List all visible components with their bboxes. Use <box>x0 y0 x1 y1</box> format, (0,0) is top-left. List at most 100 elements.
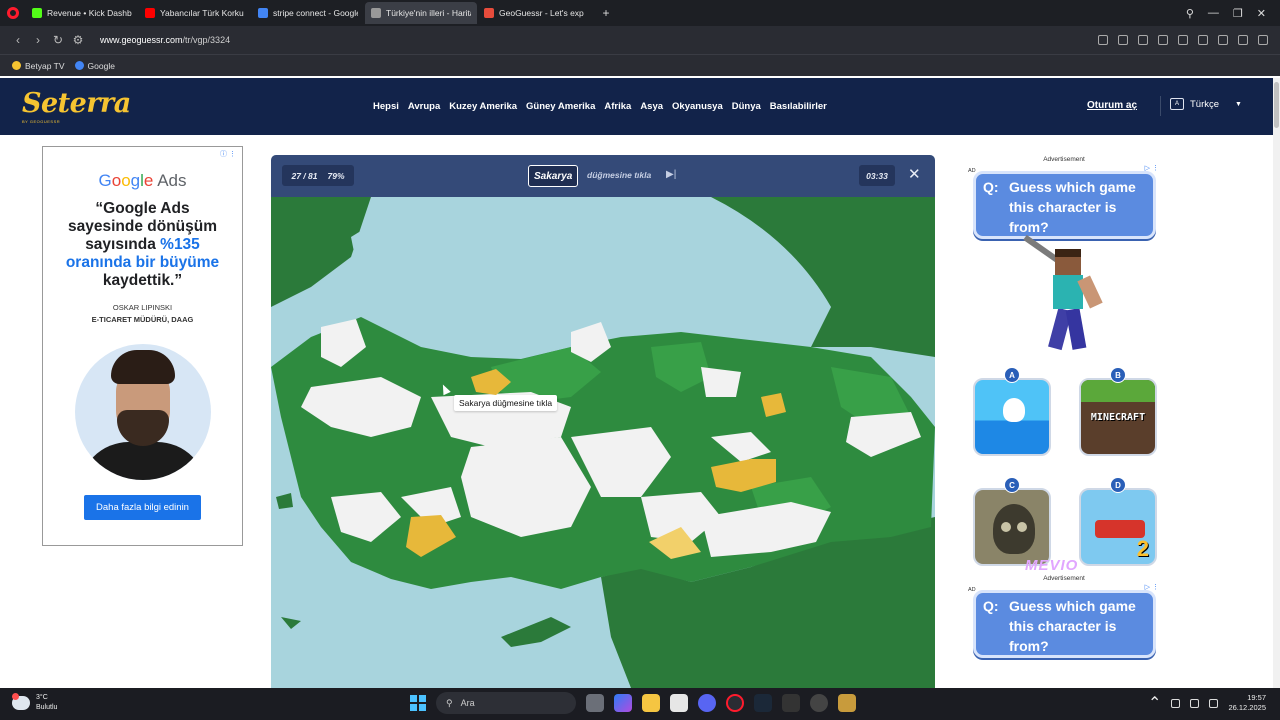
ad-mark: AD <box>968 168 976 174</box>
option-a-image[interactable] <box>973 378 1051 456</box>
volume-icon[interactable] <box>1209 698 1219 708</box>
url-field[interactable]: www.geoguessr.com/tr/vgp/3324 <box>100 35 230 45</box>
nav-link[interactable]: Hepsi <box>373 101 399 112</box>
cloud-icon <box>12 693 30 710</box>
player-icon[interactable] <box>1158 35 1168 45</box>
google-ads-banner[interactable]: ⓘ ⋮ Google Ads “Google Ads sayesinde dön… <box>42 146 243 546</box>
nav-link[interactable]: Okyanusya <box>672 101 723 112</box>
language-selector[interactable]: A Türkçe ▼ <box>1170 98 1242 110</box>
reload-icon[interactable]: ↻ <box>48 33 68 47</box>
extensions-icon[interactable] <box>1258 35 1268 45</box>
search-label: Ara <box>460 698 475 708</box>
taskbar-search[interactable]: ⚲ Ara <box>436 692 576 714</box>
bookmark-item[interactable]: Betyap TV <box>12 61 65 71</box>
right-ad-quiz-2[interactable]: Advertisement AD ▷ ⋮ Q: Guess which game… <box>965 575 1163 688</box>
progress-count: 27 / 81 <box>291 170 318 181</box>
chevron-up-icon[interactable]: ⌃ <box>1148 693 1161 713</box>
heart-icon[interactable] <box>1178 35 1188 45</box>
epic-games-icon[interactable] <box>782 694 800 712</box>
photo-circle <box>74 344 211 480</box>
edit-icon[interactable] <box>1098 35 1108 45</box>
windows-start-icon[interactable] <box>410 695 426 711</box>
nav-link[interactable]: Basılabilirler <box>770 101 827 112</box>
logo-subtitle: BY GEOGUESSR <box>22 119 61 124</box>
turkey-provinces-map[interactable] <box>271 197 935 688</box>
browser-tab[interactable]: Türkiye'nin illeri - Harita T <box>365 2 477 24</box>
quote-line: “Google Ads <box>95 200 190 217</box>
download-icon[interactable] <box>1198 35 1208 45</box>
learn-more-button[interactable]: Daha fazla bilgi edinin <box>84 495 201 520</box>
scrollbar-thumb[interactable] <box>1274 82 1279 128</box>
option-b-image[interactable]: MINECRAFT <box>1079 378 1157 456</box>
opera-menu-icon[interactable] <box>0 0 26 26</box>
ads-wordmark: Ads <box>157 171 187 190</box>
caret-down-icon: ▼ <box>1235 100 1242 108</box>
close-window-icon[interactable]: ✕ <box>1257 7 1266 20</box>
login-link[interactable]: Oturum aç <box>1087 100 1137 111</box>
tab-title: Yabancılar Türk Korku Filmi <box>160 8 245 18</box>
question-q: Q: <box>983 179 999 195</box>
quote-line: sayısında %135 <box>57 236 228 254</box>
nav-link[interactable]: Asya <box>640 101 663 112</box>
profile-icon[interactable] <box>1238 35 1248 45</box>
league-icon[interactable] <box>838 694 856 712</box>
obs-icon[interactable] <box>810 694 828 712</box>
copilot-icon[interactable] <box>614 694 632 712</box>
browser-tab[interactable]: Revenue • Kick Dashboard <box>26 2 138 24</box>
bookmark-item[interactable]: Google <box>74 61 115 71</box>
right-ad-quiz[interactable]: Advertisement AD ▷ ⋮ Q: Guess which game… <box>965 156 1163 574</box>
microphone-icon[interactable] <box>1171 698 1181 708</box>
snapshot-icon[interactable] <box>1118 35 1128 45</box>
browser-tab[interactable]: stripe connect - Google'da <box>252 2 364 24</box>
author-title: E-TICARET MÜDÜRÜ, DAAG <box>91 315 194 324</box>
search-tabs-icon[interactable]: ⚲ <box>1186 7 1194 20</box>
nav-link[interactable]: Kuzey Amerika <box>449 101 517 112</box>
header-divider <box>1160 96 1161 116</box>
option-c-image[interactable] <box>973 488 1051 566</box>
tab-favicon-icon <box>258 8 268 18</box>
forward-icon[interactable]: › <box>28 33 48 47</box>
photo-beard <box>116 410 169 446</box>
nav-link[interactable]: Avrupa <box>408 101 440 112</box>
adchoices-icon[interactable]: ⓘ ⋮ <box>220 149 236 159</box>
task-view-icon[interactable] <box>586 694 604 712</box>
nav-link[interactable]: Güney Amerika <box>526 101 595 112</box>
province-unanswered[interactable] <box>701 367 741 397</box>
close-icon[interactable]: ✕ <box>908 165 921 183</box>
nav-link[interactable]: Afrika <box>604 101 631 112</box>
bookmark-label: Betyap TV <box>25 60 65 71</box>
tab-title: GeoGuessr - Let's expl <box>499 8 584 18</box>
clock[interactable]: 19:57 26.12.2025 <box>1228 693 1266 713</box>
target-province: Sakarya <box>528 165 579 187</box>
browser-tab[interactable]: GeoGuessr - Let's expl <box>478 2 590 24</box>
progress-indicator: 27 / 81 79% <box>282 165 354 186</box>
browser-tab[interactable]: Yabancılar Türk Korku Filmi <box>139 2 251 24</box>
nav-link[interactable]: Dünya <box>732 101 761 112</box>
page-scrollbar[interactable] <box>1273 78 1280 688</box>
main-nav: Hepsi Avrupa Kuzey Amerika Güney Amerika Afr… <box>373 78 836 135</box>
minimize-icon[interactable]: — <box>1208 7 1219 19</box>
discord-icon[interactable] <box>698 694 716 712</box>
date: 26.12.2025 <box>1228 703 1266 712</box>
store-icon[interactable] <box>670 694 688 712</box>
site-info-icon[interactable]: ⚙ <box>68 33 88 47</box>
skip-icon[interactable]: ▶| <box>666 169 676 180</box>
maximize-icon[interactable]: ❐ <box>1233 7 1243 20</box>
bookmark-favicon-icon <box>74 61 84 70</box>
option-d-badge: D <box>1110 477 1126 493</box>
network-icon[interactable] <box>1190 698 1200 708</box>
weather-widget[interactable]: 3°C Bulutlu <box>12 693 57 713</box>
opera-icon[interactable] <box>726 694 744 712</box>
menu-icon[interactable] <box>1218 35 1228 45</box>
back-icon[interactable]: ‹ <box>8 33 28 47</box>
tab-favicon-icon <box>32 8 42 18</box>
seterra-logo[interactable]: Seterra <box>22 88 131 119</box>
shield-icon[interactable] <box>1138 35 1148 45</box>
steam-icon[interactable] <box>754 694 772 712</box>
new-tab-icon[interactable]: + <box>597 4 615 22</box>
photo-body <box>78 442 207 480</box>
quote-line: kaydettik.” <box>102 272 183 289</box>
option-d-image[interactable]: 2 <box>1079 488 1157 566</box>
file-explorer-icon[interactable] <box>642 694 660 712</box>
weather-text: 3°C Bulutlu <box>36 693 57 713</box>
